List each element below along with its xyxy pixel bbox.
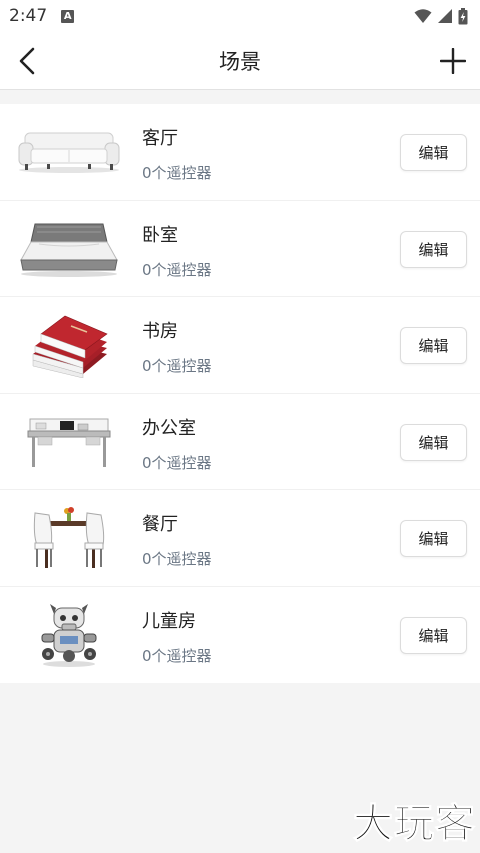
scene-name: 客厅 bbox=[142, 128, 178, 149]
battery-icon bbox=[458, 7, 468, 24]
dining-table-image bbox=[14, 500, 124, 576]
page-title: 场景 bbox=[219, 50, 261, 74]
wifi-icon bbox=[414, 9, 432, 23]
edit-button[interactable]: 编辑 bbox=[400, 520, 467, 557]
signal-icon bbox=[438, 9, 452, 23]
notification-badge: A bbox=[61, 9, 75, 23]
scene-list: 客厅 0个遥控器 编辑 卧室 0个遥控器 编辑 书房 0个遥控器 编辑 办公室 … bbox=[0, 104, 480, 683]
scene-row-living-room[interactable]: 客厅 0个遥控器 编辑 bbox=[0, 104, 480, 201]
scene-row-study[interactable]: 书房 0个遥控器 编辑 bbox=[0, 297, 480, 394]
edit-button[interactable]: 编辑 bbox=[400, 134, 467, 171]
desk-image bbox=[14, 404, 124, 480]
sofa-image bbox=[14, 114, 124, 190]
scene-name: 书房 bbox=[142, 321, 178, 342]
title-bar: 场景 bbox=[0, 32, 480, 90]
edit-button[interactable]: 编辑 bbox=[400, 230, 467, 268]
books-image bbox=[14, 307, 124, 383]
watermark: 大玩客 bbox=[353, 801, 476, 848]
edit-button[interactable]: 编辑 bbox=[400, 423, 467, 461]
plus-icon bbox=[440, 48, 466, 74]
edit-button[interactable]: 编辑 bbox=[400, 327, 467, 364]
scene-name: 卧室 bbox=[142, 224, 178, 246]
remote-count: 0个遥控器 bbox=[142, 357, 212, 375]
status-bar: 2:47 A bbox=[0, 0, 480, 32]
scene-name: 儿童房 bbox=[142, 610, 196, 632]
scene-name: 餐厅 bbox=[142, 514, 178, 535]
bed-image bbox=[14, 211, 124, 287]
scene-row-bedroom[interactable]: 卧室 0个遥控器 编辑 bbox=[0, 201, 480, 297]
scene-row-kids-room[interactable]: 儿童房 0个遥控器 编辑 bbox=[0, 587, 480, 684]
status-icons bbox=[414, 7, 468, 25]
edit-button[interactable]: 编辑 bbox=[400, 616, 467, 654]
scene-row-office[interactable]: 办公室 0个遥控器 编辑 bbox=[0, 394, 480, 490]
remote-count: 0个遥控器 bbox=[142, 260, 212, 279]
add-scene-button[interactable] bbox=[436, 44, 470, 78]
back-arrow-icon bbox=[19, 47, 35, 75]
back-button[interactable] bbox=[10, 44, 44, 78]
scene-name: 办公室 bbox=[142, 417, 196, 439]
status-time: 2:47 bbox=[9, 6, 48, 26]
scene-row-dining-room[interactable]: 餐厅 0个遥控器 编辑 bbox=[0, 490, 480, 587]
remote-count: 0个遥控器 bbox=[142, 164, 212, 182]
remote-count: 0个遥控器 bbox=[142, 646, 212, 665]
remote-count: 0个遥控器 bbox=[142, 453, 212, 472]
remote-count: 0个遥控器 bbox=[142, 550, 212, 568]
toy-robot-image bbox=[14, 597, 124, 673]
